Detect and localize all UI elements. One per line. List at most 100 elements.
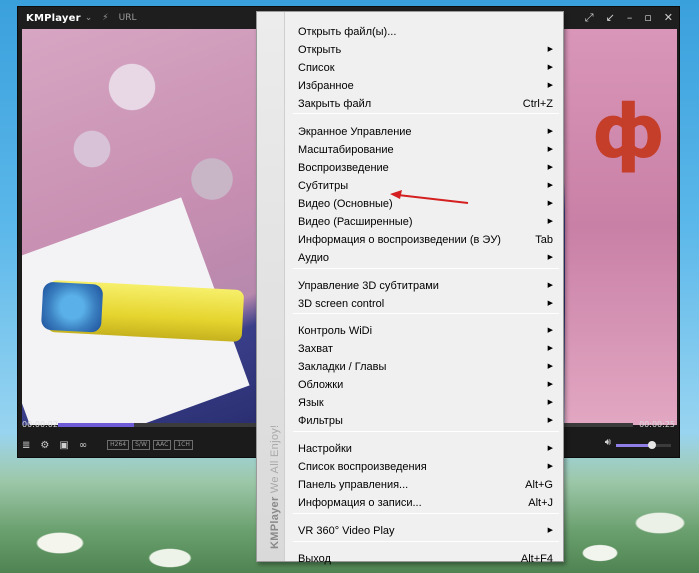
codec-badge: H264 — [107, 440, 130, 450]
menu-separator — [293, 313, 559, 314]
minimize-icon[interactable]: – — [627, 11, 633, 25]
menu-item[interactable]: Информация о воспроизведении (в ЭУ) Tab — [298, 231, 555, 249]
playlist-icon[interactable]: ≣ — [22, 440, 30, 451]
url-button[interactable]: URL — [119, 13, 137, 23]
menu-item[interactable]: Закрыть файл Ctrl+Z — [298, 95, 555, 113]
video-scene-right — [565, 29, 677, 425]
submenu-arrow-icon: ▶ — [547, 399, 553, 406]
submenu-arrow-icon: ▶ — [547, 381, 553, 388]
menu-item-label: Воспроизведение — [298, 162, 389, 174]
window-controls: ⤢ ↙ – ▫ ✕ — [585, 11, 673, 25]
menu-item-label: Обложки — [298, 379, 344, 391]
seek-bar-fill — [58, 423, 134, 427]
lightning-icon[interactable]: ⚡ — [102, 13, 108, 23]
menu-item[interactable]: Экранное Управление ▶ — [298, 123, 555, 141]
submenu-arrow-icon: ▶ — [547, 282, 553, 289]
menu-separator — [293, 431, 559, 432]
video-scene-bottle — [46, 279, 245, 343]
menu-item-label: Открыть файл(ы)... — [298, 26, 397, 38]
menu-separator — [293, 513, 559, 514]
menu-item-label: Субтитры — [298, 180, 349, 192]
logo-menu-caret[interactable]: ⌄ — [85, 13, 93, 23]
volume-slider[interactable] — [616, 441, 671, 449]
menu-item-label: Закрыть файл — [298, 98, 372, 110]
submenu-arrow-icon: ▶ — [547, 64, 553, 71]
submenu-arrow-icon: ▶ — [547, 417, 553, 424]
menu-item-label: VR 360° Video Play — [298, 525, 395, 537]
menu-item[interactable]: Субтитры ▶ — [298, 177, 555, 195]
menu-item-label: Захват — [298, 343, 333, 355]
menu-item[interactable]: Захват ▶ — [298, 340, 555, 358]
menu-item-label: Информация о записи... — [298, 497, 422, 509]
menu-item[interactable]: Обложки ▶ — [298, 376, 555, 394]
submenu-arrow-icon: ▶ — [547, 82, 553, 89]
menu-item-label: Аудио — [298, 252, 330, 264]
submenu-arrow-icon: ▶ — [547, 164, 553, 171]
menu-item[interactable]: Список воспроизведения ▶ — [298, 458, 555, 476]
menu-item[interactable]: Масштабирование ▶ — [298, 141, 555, 159]
menu-item[interactable]: Закладки / Главы ▶ — [298, 358, 555, 376]
menu-brand-stripe: KMPlayer We All Enjoy! — [257, 12, 285, 561]
kmplayer-logo[interactable]: KMPlayer — [26, 13, 81, 24]
menu-item[interactable]: Открыть ▶ — [298, 41, 555, 59]
menu-item[interactable]: Воспроизведение ▶ — [298, 159, 555, 177]
menu-item[interactable]: Панель управления... Alt+G — [298, 476, 555, 494]
menu-item[interactable]: VR 360° Video Play ▶ — [298, 522, 555, 540]
menu-item[interactable]: Язык ▶ — [298, 394, 555, 412]
maximize-icon[interactable]: ▫ — [644, 11, 651, 25]
menu-item[interactable]: Открыть файл(ы)... — [298, 23, 555, 41]
menu-item-label: Контроль WiDi — [298, 325, 373, 337]
volume-knob[interactable] — [647, 441, 656, 449]
menu-item-shortcut: Alt+F4 — [520, 553, 553, 565]
codec-badge: 1CH — [174, 440, 193, 450]
menu-item-label: Управление 3D субтитрами — [298, 280, 439, 292]
menu-item-label: Фильтры — [298, 415, 343, 427]
menu-item-label: Экранное Управление — [298, 126, 412, 138]
menu-separator — [293, 268, 559, 269]
submenu-arrow-icon: ▶ — [547, 46, 553, 53]
menu-item-label: 3D screen control — [298, 298, 385, 310]
settings-gear-icon[interactable]: ⚙ — [40, 440, 49, 451]
menu-item[interactable]: Список ▶ — [298, 59, 555, 77]
submenu-arrow-icon: ▶ — [547, 463, 553, 470]
seek-bar-remaining[interactable] — [563, 423, 633, 427]
seek-bar[interactable] — [58, 423, 258, 427]
menu-item[interactable]: Управление 3D субтитрами ▶ — [298, 277, 555, 295]
menu-brand-text: KMPlayer We All Enjoy! — [269, 424, 281, 549]
exit-fullscreen-icon[interactable]: ↙ — [606, 11, 615, 25]
close-icon[interactable]: ✕ — [664, 11, 673, 25]
submenu-arrow-icon: ▶ — [547, 527, 553, 534]
submenu-arrow-icon: ▶ — [547, 345, 553, 352]
menu-item[interactable]: Контроль WiDi ▶ — [298, 322, 555, 340]
pin-icon[interactable]: ⤢ — [585, 11, 594, 25]
vr-glasses-icon[interactable]: ∞ — [79, 440, 87, 451]
codec-badge: AAC — [152, 440, 172, 450]
menu-item-label: Закладки / Главы — [298, 361, 387, 373]
menu-item[interactable]: Видео (Основные) ▶ — [298, 195, 555, 213]
menu-item-shortcut: Ctrl+Z — [522, 98, 553, 110]
menu-item-label: Настройки — [298, 443, 352, 455]
submenu-arrow-icon: ▶ — [547, 128, 553, 135]
submenu-arrow-icon: ▶ — [547, 445, 553, 452]
menu-item[interactable]: Информация о записи... Alt+J — [298, 494, 555, 512]
menu-item[interactable]: Фильтры ▶ — [298, 412, 555, 430]
menu-item[interactable]: Аудио ▶ — [298, 249, 555, 267]
menu-item[interactable]: Избранное ▶ — [298, 77, 555, 95]
time-total: 00:00:25 — [639, 420, 675, 429]
submenu-arrow-icon: ▶ — [547, 254, 553, 261]
subtitle-icon[interactable]: ▣ — [59, 440, 68, 451]
submenu-arrow-icon: ▶ — [547, 200, 553, 207]
menu-item-shortcut: Tab — [535, 234, 553, 246]
context-menu: KMPlayer We All Enjoy! Открыть файл(ы)..… — [256, 11, 564, 565]
menu-item[interactable]: Настройки ▶ — [298, 440, 555, 458]
menu-item-label: Видео (Расширенные) — [298, 216, 413, 228]
submenu-arrow-icon: ▶ — [547, 300, 553, 307]
codec-badges: H264 S/W AAC 1CH — [107, 440, 193, 450]
menu-item[interactable]: 3D screen control ▶ — [298, 295, 555, 313]
menu-item[interactable]: Выход Alt+F4 — [298, 550, 555, 568]
menu-item-label: Информация о воспроизведении (в ЭУ) — [298, 234, 501, 246]
submenu-arrow-icon: ▶ — [547, 218, 553, 225]
menu-item[interactable]: Видео (Расширенные) ▶ — [298, 213, 555, 231]
volume-icon[interactable]: 🔊︎ — [605, 437, 611, 448]
menu-item-label: Открыть — [298, 44, 342, 56]
